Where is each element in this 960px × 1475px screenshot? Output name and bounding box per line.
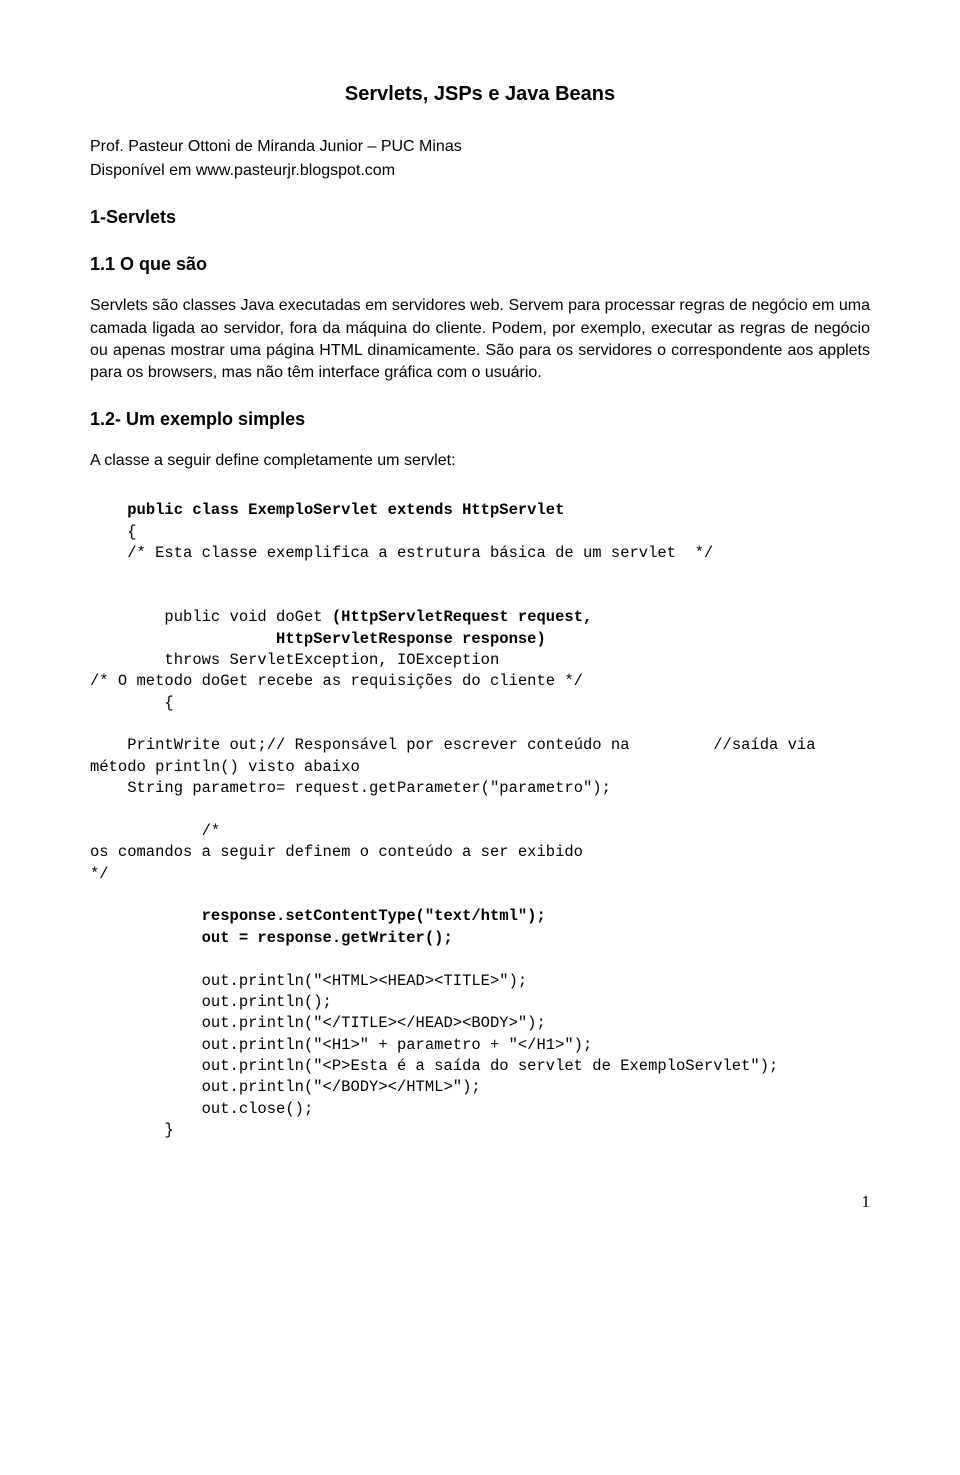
paragraph-o-que-sao: Servlets são classes Java executadas em …: [90, 295, 870, 385]
code-line: os comandos a seguir definem o conteúdo …: [90, 843, 583, 861]
code-line: throws ServletException, IOException: [90, 651, 499, 669]
code-line: out.println("<HTML><HEAD><TITLE>");: [90, 972, 527, 990]
code-line: /* Esta classe exemplifica a estrutura b…: [90, 544, 713, 562]
code-line: PrintWrite out;// Responsável por escrev…: [90, 736, 825, 775]
code-line: {: [90, 523, 137, 541]
intro-exemplo: A classe a seguir define completamente u…: [90, 450, 870, 472]
code-line: out.println("<H1>" + parametro + "</H1>"…: [90, 1036, 592, 1054]
availability-line: Disponível em www.pasteurjr.blogspot.com: [90, 160, 870, 182]
code-line: public void doGet: [90, 608, 332, 626]
code-line: /* O metodo doGet recebe as requisições …: [90, 672, 583, 690]
author-line: Prof. Pasteur Ottoni de Miranda Junior –…: [90, 136, 870, 158]
code-line: out.close();: [90, 1100, 313, 1118]
code-line: out.println("</TITLE></HEAD><BODY>");: [90, 1014, 546, 1032]
code-line: (HttpServletRequest request,: [332, 608, 592, 626]
code-line: out.println();: [90, 993, 332, 1011]
page-number: 1: [90, 1190, 870, 1214]
code-line: out.println("<P>Esta é a saída do servle…: [90, 1057, 778, 1075]
code-line: response.setContentType("text/html");: [90, 907, 546, 925]
heading-o-que-sao: 1.1 O que são: [90, 252, 870, 277]
code-line: /*: [90, 822, 220, 840]
code-line: {: [90, 694, 174, 712]
heading-exemplo-simples: 1.2- Um exemplo simples: [90, 407, 870, 432]
code-line: }: [90, 1121, 174, 1139]
code-line: String parametro= request.getParameter("…: [90, 779, 611, 797]
page-title: Servlets, JSPs e Java Beans: [90, 80, 870, 108]
code-block: public class ExemploServlet extends Http…: [90, 500, 870, 1141]
code-line: out = response.getWriter();: [90, 929, 453, 947]
code-line: HttpServletResponse response): [90, 630, 546, 648]
code-line: */: [90, 865, 109, 883]
code-line: public class ExemploServlet extends Http…: [90, 501, 564, 519]
code-line: out.println("</BODY></HTML>");: [90, 1078, 481, 1096]
heading-servlets: 1-Servlets: [90, 205, 870, 230]
